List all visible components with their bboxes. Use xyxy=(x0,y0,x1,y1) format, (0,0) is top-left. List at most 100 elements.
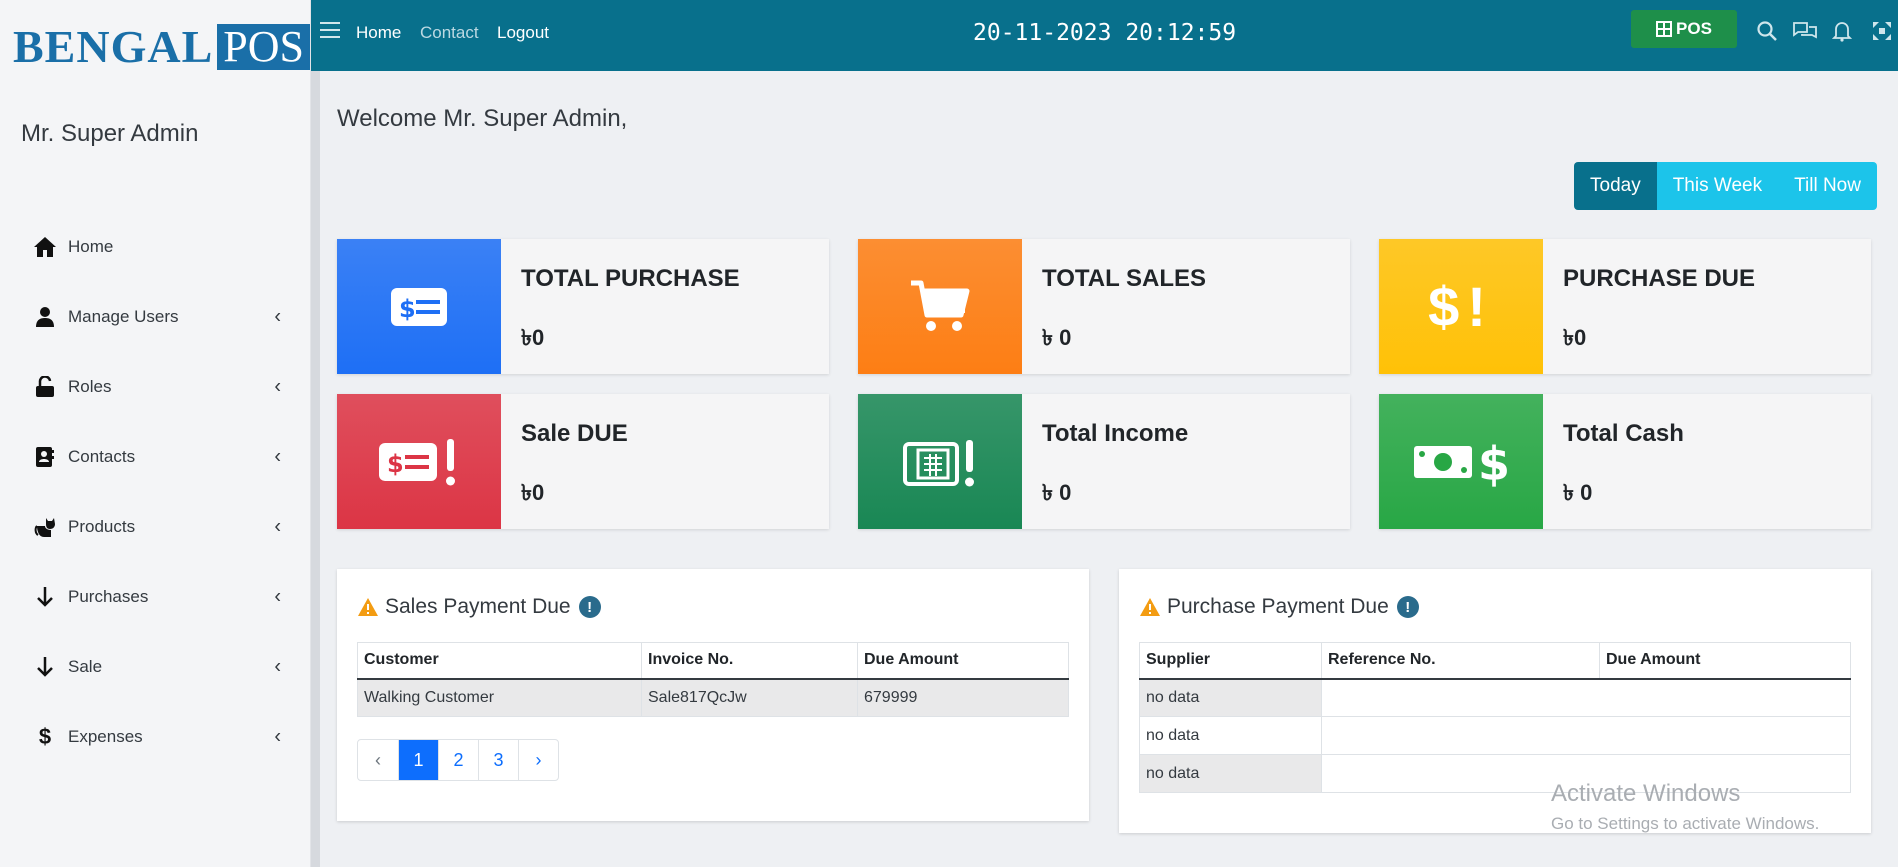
card-icon-box xyxy=(858,239,1022,374)
sidebar-item-roles[interactable]: Roles ‹ xyxy=(0,352,311,422)
watermark-subtitle: Go to Settings to activate Windows. xyxy=(1551,814,1820,833)
dollar-icon: $ xyxy=(38,724,52,749)
cart-icon xyxy=(911,280,970,331)
pos-button[interactable]: POS xyxy=(1631,10,1737,48)
pagination-page[interactable]: 3 xyxy=(478,740,518,780)
dollar-alert-icon: $! xyxy=(1428,275,1494,338)
expand-icon[interactable] xyxy=(1871,20,1895,44)
table-cell: no data xyxy=(1139,716,1322,755)
card-value: ৳ 0 xyxy=(1042,480,1072,505)
nav-link-contact[interactable]: Contact xyxy=(420,23,479,43)
stat-card-total-sales[interactable]: TOTAL SALES ৳ 0 xyxy=(858,239,1350,374)
period-today-button[interactable]: Today xyxy=(1574,162,1657,210)
stat-card-total-purchase[interactable]: $ TOTAL PURCHASE ৳0 xyxy=(337,239,829,374)
card-title: PURCHASE DUE xyxy=(1563,265,1756,292)
chat-icon[interactable] xyxy=(1792,20,1817,44)
column-header[interactable]: Invoice No. xyxy=(641,642,858,680)
chevron-left-icon: ‹ xyxy=(274,655,281,678)
card-value: ৳0 xyxy=(521,325,545,350)
menu-toggle-icon[interactable] xyxy=(320,22,340,38)
money-check-icon: $ xyxy=(391,287,447,326)
brand-name-part2: POS xyxy=(217,24,310,70)
panel-title-text: Purchase Payment Due xyxy=(1167,595,1389,618)
sidebar-item-contacts[interactable]: Contacts ‹ xyxy=(0,422,311,492)
watermark-title: Activate Windows xyxy=(1551,780,1741,807)
sidebar-item-label: Expenses xyxy=(68,727,143,746)
grid-icon xyxy=(1656,21,1673,37)
arrow-down-icon xyxy=(32,584,58,610)
stat-card-purchase-due[interactable]: $! PURCHASE DUE ৳0 xyxy=(1379,239,1871,374)
fax-alert-icon xyxy=(903,439,974,486)
sidebar-item-purchases[interactable]: Purchases ‹ xyxy=(0,562,311,632)
sidebar-divider xyxy=(311,0,320,867)
sidebar-item-manage-users[interactable]: Manage Users ‹ xyxy=(0,282,311,352)
sidebar-item-products[interactable]: Products ‹ xyxy=(0,492,311,562)
table-cell: Walking Customer xyxy=(357,678,642,717)
table-row[interactable]: no data xyxy=(1139,716,1851,755)
sidebar-item-label: Products xyxy=(68,517,136,536)
money-bill-dollar-icon: $ xyxy=(1414,437,1510,488)
sidebar-nav: Home Manage Users ‹ Roles ‹ Contacts ‹ P… xyxy=(0,212,311,772)
sales-due-table: Customer Invoice No. Due Amount Walking … xyxy=(357,642,1069,717)
search-icon[interactable] xyxy=(1756,20,1780,44)
card-icon-box: $! xyxy=(1379,239,1543,374)
home-icon xyxy=(32,234,58,260)
table-cell: no data xyxy=(1139,754,1322,793)
cat-icon xyxy=(32,514,58,540)
pos-button-label: POS xyxy=(1676,19,1712,38)
panel-title: Sales Payment Due ! xyxy=(357,595,601,619)
sales-payment-due-panel: Sales Payment Due ! Customer Invoice No.… xyxy=(337,569,1089,821)
pagination-next[interactable]: › xyxy=(518,740,558,780)
table-header-row: Supplier Reference No. Due Amount xyxy=(1139,642,1851,680)
welcome-message: Welcome Mr. Super Admin, xyxy=(337,105,628,132)
card-icon-box: $ xyxy=(337,394,501,529)
info-icon[interactable]: ! xyxy=(1396,596,1419,618)
card-icon-box: $ xyxy=(337,239,501,374)
table-cell: no data xyxy=(1139,678,1322,717)
nav-link-logout[interactable]: Logout xyxy=(497,23,549,43)
lock-open-icon xyxy=(32,374,58,400)
table-cell: Sale817QcJw xyxy=(641,678,858,717)
purchase-due-table: Supplier Reference No. Due Amount no dat… xyxy=(1139,642,1851,793)
sidebar-item-sale[interactable]: Sale ‹ xyxy=(0,632,311,702)
money-check-alert-icon: $ xyxy=(379,438,455,485)
pagination-page[interactable]: 1 xyxy=(398,740,438,780)
card-title: TOTAL SALES xyxy=(1042,265,1207,292)
column-header[interactable]: Reference No. xyxy=(1321,642,1600,680)
sidebar-item-expenses[interactable]: $ Expenses ‹ xyxy=(0,702,311,772)
brand-name-part1: BENGAL xyxy=(13,21,214,72)
table-row[interactable]: no data xyxy=(1139,678,1851,717)
card-value: ৳ 0 xyxy=(1042,325,1072,350)
stat-card-sale-due[interactable]: $ Sale DUE ৳0 xyxy=(337,394,829,529)
stat-card-total-income[interactable]: Total Income ৳ 0 xyxy=(858,394,1350,529)
sidebar-item-label: Roles xyxy=(68,377,112,396)
info-icon[interactable]: ! xyxy=(578,596,601,618)
sidebar-item-home[interactable]: Home xyxy=(0,212,311,282)
nav-link-home[interactable]: Home xyxy=(356,23,401,43)
card-value: ৳0 xyxy=(1563,325,1587,350)
period-this-week-button[interactable]: This Week xyxy=(1656,162,1779,210)
table-cell: 679999 xyxy=(857,678,1069,717)
period-till-now-button[interactable]: Till Now xyxy=(1778,162,1877,210)
column-header[interactable]: Supplier xyxy=(1139,642,1322,680)
bell-icon[interactable] xyxy=(1831,20,1856,44)
card-icon-box xyxy=(858,394,1022,529)
card-value: ৳ 0 xyxy=(1563,480,1593,505)
brand-logo[interactable]: BENGAL POS xyxy=(13,24,310,70)
pagination: ‹ 1 2 3 › xyxy=(357,739,559,781)
address-book-icon xyxy=(32,444,58,470)
stat-card-total-cash[interactable]: $ Total Cash ৳ 0 xyxy=(1379,394,1871,529)
sidebar-item-label: Manage Users xyxy=(68,307,179,326)
svg-text:$: $ xyxy=(1478,437,1510,488)
column-header[interactable]: Customer xyxy=(357,642,642,680)
column-header[interactable]: Due Amount xyxy=(857,642,1069,680)
pagination-page[interactable]: 2 xyxy=(438,740,478,780)
panel-title: Purchase Payment Due ! xyxy=(1139,595,1419,619)
pagination-prev[interactable]: ‹ xyxy=(358,740,398,780)
sidebar-item-label: Contacts xyxy=(68,447,136,466)
table-cell xyxy=(1321,678,1851,717)
warning-icon xyxy=(1140,598,1160,616)
table-row[interactable]: Walking Customer Sale817QcJw 679999 xyxy=(357,678,1069,717)
chevron-left-icon: ‹ xyxy=(274,725,281,748)
column-header[interactable]: Due Amount xyxy=(1599,642,1851,680)
